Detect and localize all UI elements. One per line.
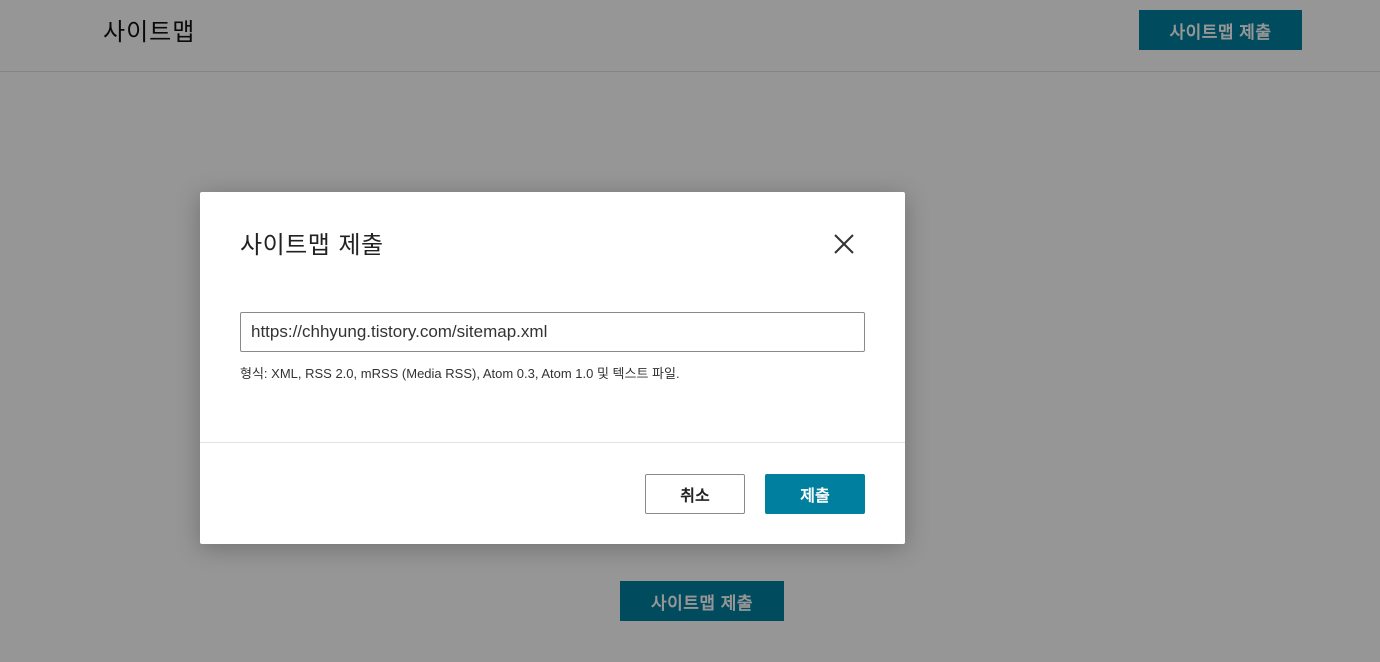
close-icon[interactable] — [828, 228, 860, 260]
submit-sitemap-dialog: 사이트맵 제출 형식: XML, RSS 2.0, mRSS (Media RS… — [200, 192, 905, 544]
dialog-title: 사이트맵 제출 — [240, 231, 384, 259]
format-hint: 형식: XML, RSS 2.0, mRSS (Media RSS), Atom… — [240, 366, 680, 381]
submit-button[interactable]: 제출 — [765, 474, 865, 514]
cancel-button[interactable]: 취소 — [645, 474, 745, 514]
sitemap-url-input[interactable] — [240, 312, 865, 352]
dialog-divider — [200, 442, 905, 443]
